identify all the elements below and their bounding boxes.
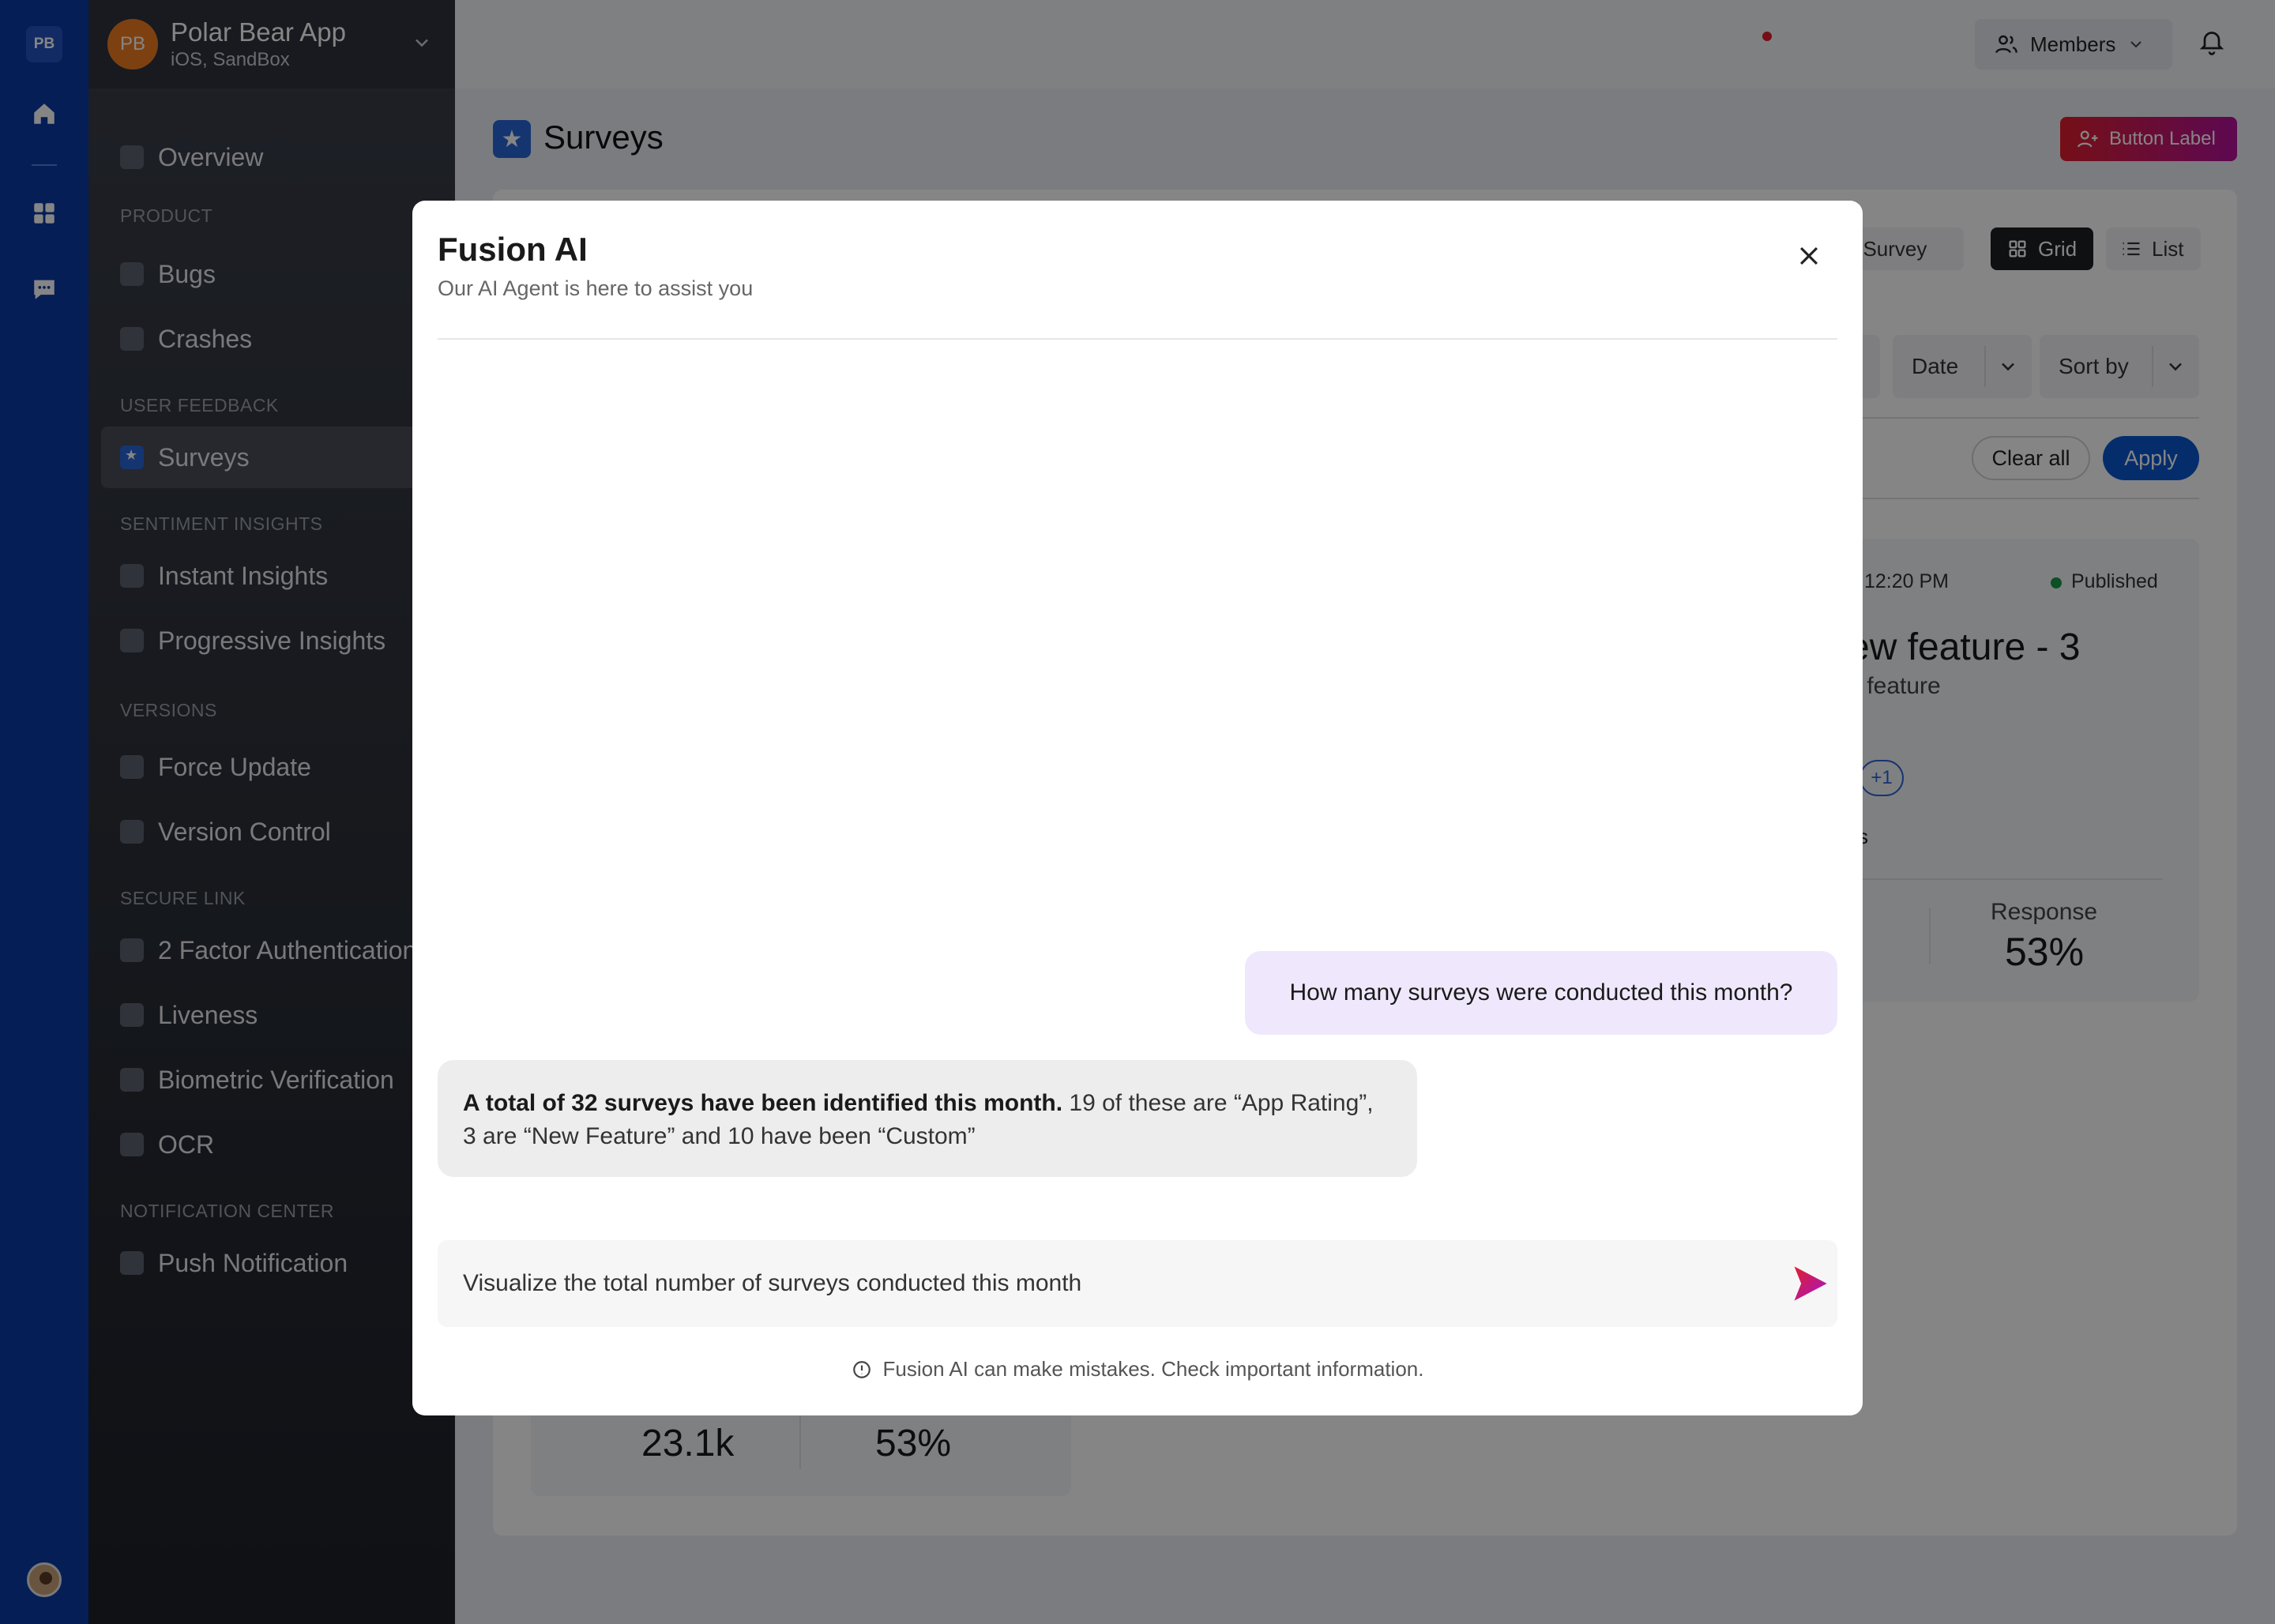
modal-subtitle: Our AI Agent is here to assist you	[438, 276, 754, 300]
fusion-ai-modal: Fusion AI Our AI Agent is here to assist…	[412, 201, 1863, 1415]
message-composer	[438, 1240, 1837, 1327]
close-icon	[1799, 246, 1818, 265]
ai-message-highlight: A total of 32 surveys have been identifi…	[463, 1090, 1063, 1116]
modal-title: Fusion AI	[438, 231, 588, 268]
user-message: How many surveys were conducted this mon…	[1245, 951, 1837, 1035]
modal-divider	[438, 338, 1837, 340]
close-button[interactable]	[1793, 240, 1825, 272]
info-icon	[852, 1360, 871, 1378]
disclaimer-text: Fusion AI can make mistakes. Check impor…	[882, 1357, 1424, 1381]
send-button[interactable]	[1788, 1262, 1831, 1305]
ai-message: A total of 32 surveys have been identifi…	[438, 1060, 1417, 1177]
ai-disclaimer: Fusion AI can make mistakes. Check impor…	[412, 1357, 1863, 1382]
send-icon	[1794, 1266, 1827, 1301]
message-input[interactable]	[463, 1264, 1743, 1303]
